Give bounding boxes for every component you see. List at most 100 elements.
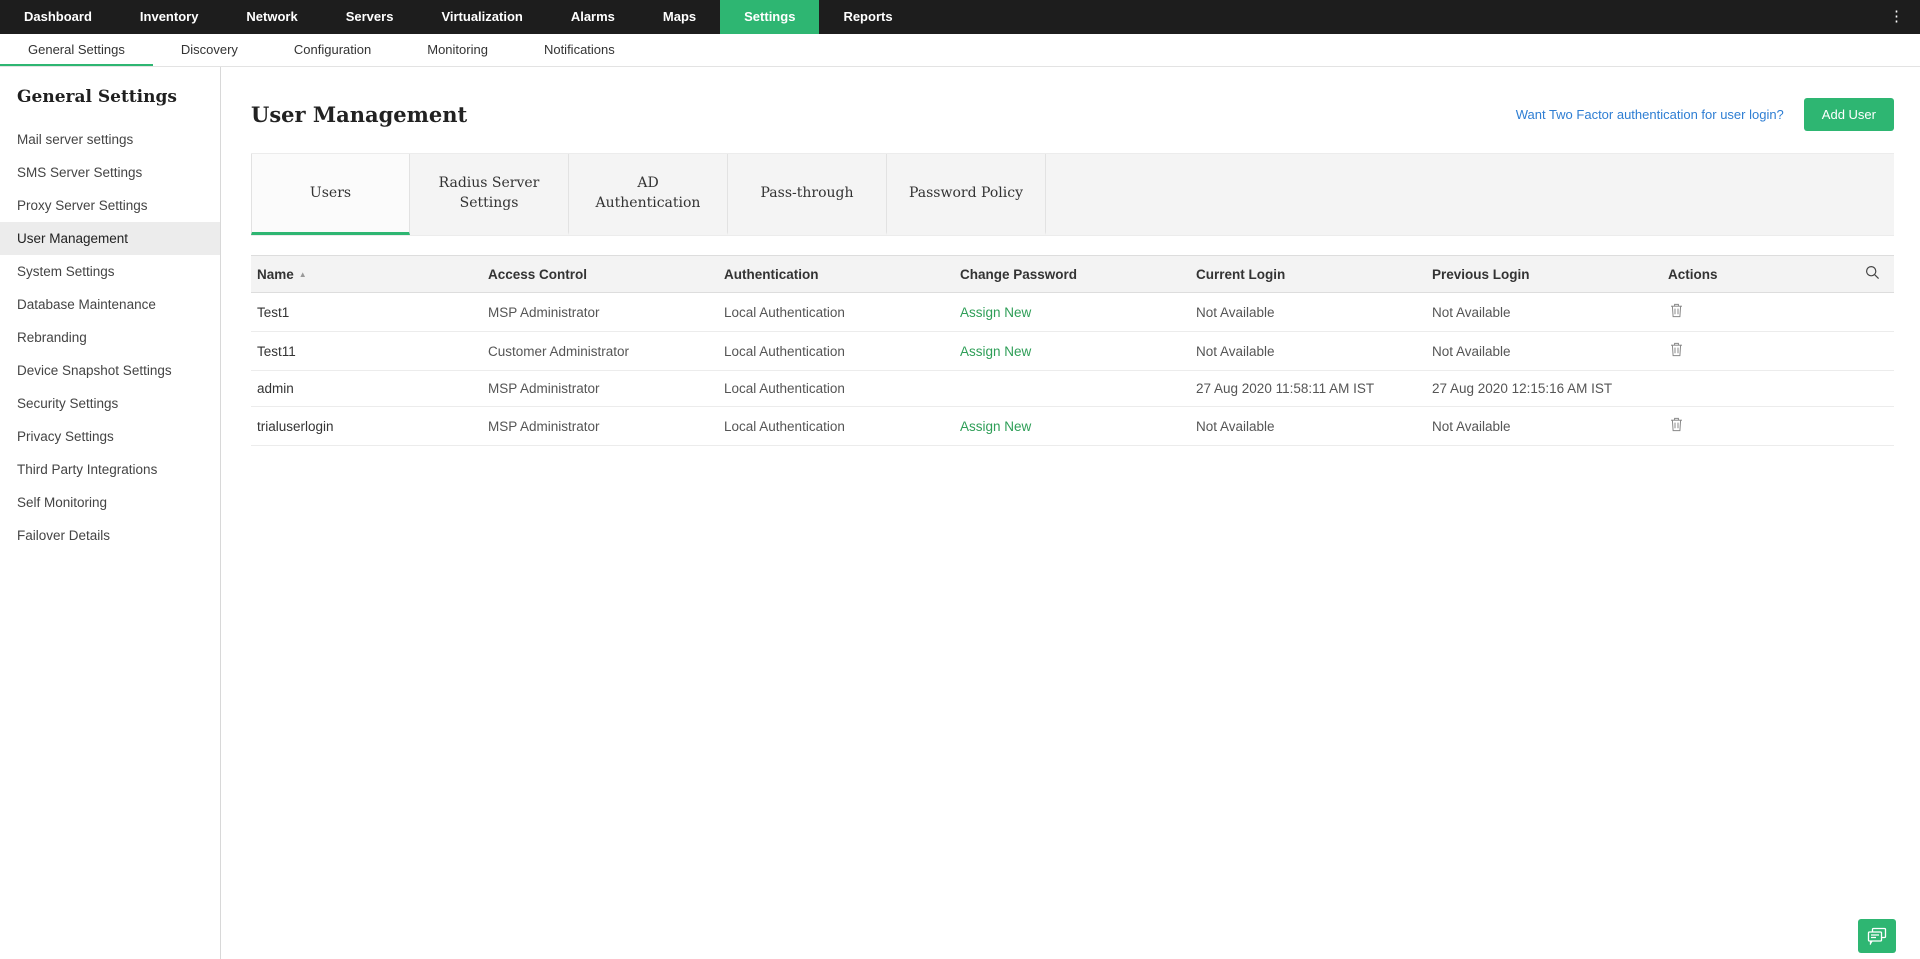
cell-spacer [1846,292,1894,332]
cell-previous-login: Not Available [1432,331,1668,371]
assign-new-link[interactable]: Assign New [960,344,1031,359]
sidebar-item-privacy-settings[interactable]: Privacy Settings [0,420,220,453]
cell-authentication: Local Authentication [724,292,960,332]
cell-name: admin [251,370,488,407]
top-nav-settings[interactable]: Settings [720,0,820,34]
tab-users[interactable]: Users [251,154,410,235]
cell-current-login: 27 Aug 2020 11:58:11 AM IST [1196,370,1432,407]
sidebar-item-proxy-server-settings[interactable]: Proxy Server Settings [0,189,220,222]
table-row: admin MSP Administrator Local Authentica… [251,370,1894,407]
cell-change-password: Assign New [960,292,1196,332]
sidebar-title: General Settings [17,87,177,107]
cell-authentication: Local Authentication [724,331,960,371]
cell-access-control: MSP Administrator [488,370,724,407]
tab-radius-server-settings[interactable]: Radius Server Settings [410,154,569,235]
cell-authentication: Local Authentication [724,406,960,446]
chat-feedback-icon [1867,927,1887,946]
user-management-tabs: Users Radius Server Settings AD Authenti… [251,153,1894,236]
cell-authentication: Local Authentication [724,370,960,407]
top-nav-network[interactable]: Network [222,0,321,34]
trash-icon[interactable] [1670,303,1683,318]
cell-current-login: Not Available [1196,292,1432,332]
cell-actions [1668,406,1846,446]
assign-new-link[interactable]: Assign New [960,305,1031,320]
top-nav-alarms[interactable]: Alarms [547,0,639,34]
sidebar-item-user-management[interactable]: User Management [0,222,220,255]
cell-access-control: Customer Administrator [488,331,724,371]
top-nav-dashboard[interactable]: Dashboard [0,0,116,34]
top-nav-servers[interactable]: Servers [322,0,418,34]
sidebar-item-failover-details[interactable]: Failover Details [0,519,220,552]
sidebar-item-system-settings[interactable]: System Settings [0,255,220,288]
cell-spacer [1846,406,1894,446]
page-header: User Management Want Two Factor authenti… [251,98,1894,131]
sidebar-item-self-monitoring[interactable]: Self Monitoring [0,486,220,519]
general-settings-sidebar: General Settings Mail server settings SM… [0,67,221,959]
cell-actions [1668,292,1846,332]
sub-nav-configuration[interactable]: Configuration [266,34,399,66]
column-header-authentication[interactable]: Authentication [724,255,960,293]
cell-access-control: MSP Administrator [488,292,724,332]
cell-change-password: Assign New [960,406,1196,446]
table-header-row: Name ▲ Access Control Authentication Chan… [251,255,1894,293]
table-search-header [1846,255,1894,293]
sub-nav-monitoring[interactable]: Monitoring [399,34,516,66]
cell-actions [1668,331,1846,371]
search-icon[interactable] [1865,265,1880,280]
sidebar-item-third-party-integrations[interactable]: Third Party Integrations [0,453,220,486]
chat-feedback-button[interactable] [1858,919,1896,953]
sidebar-item-database-maintenance[interactable]: Database Maintenance [0,288,220,321]
tab-pass-through[interactable]: Pass-through [728,154,887,235]
cell-name: Test11 [251,331,488,371]
cell-spacer [1846,370,1894,407]
cell-current-login: Not Available [1196,406,1432,446]
cell-current-login: Not Available [1196,331,1432,371]
top-nav-reports[interactable]: Reports [819,0,916,34]
column-header-change-password[interactable]: Change Password [960,255,1196,293]
trash-icon[interactable] [1670,342,1683,357]
table-row: trialuserlogin MSP Administrator Local A… [251,406,1894,446]
cell-name: Test1 [251,292,488,332]
settings-sub-navigation: General Settings Discovery Configuration… [0,34,1920,67]
sub-nav-general-settings[interactable]: General Settings [0,34,153,66]
column-header-previous-login[interactable]: Previous Login [1432,255,1668,293]
cell-access-control: MSP Administrator [488,406,724,446]
sidebar-item-security-settings[interactable]: Security Settings [0,387,220,420]
cell-previous-login: Not Available [1432,406,1668,446]
sidebar-item-rebranding[interactable]: Rebranding [0,321,220,354]
column-header-name[interactable]: Name ▲ [251,255,488,293]
table-row: Test11 Customer Administrator Local Auth… [251,331,1894,371]
cell-previous-login: 27 Aug 2020 12:15:16 AM IST [1432,370,1668,407]
cell-spacer [1846,331,1894,371]
add-user-button[interactable]: Add User [1803,98,1894,131]
top-navigation: Dashboard Inventory Network Servers Virt… [0,0,1920,34]
sort-ascending-caret-icon: ▲ [298,269,307,279]
column-header-name-label: Name [257,266,294,282]
top-nav-inventory[interactable]: Inventory [116,0,223,34]
sub-nav-discovery[interactable]: Discovery [153,34,266,66]
sidebar-item-device-snapshot-settings[interactable]: Device Snapshot Settings [0,354,220,387]
page-header-actions: Want Two Factor authentication for user … [1516,98,1894,131]
table-row: Test1 MSP Administrator Local Authentica… [251,292,1894,332]
column-header-access-control[interactable]: Access Control [488,255,724,293]
tab-password-policy[interactable]: Password Policy [887,154,1046,235]
top-nav-virtualization[interactable]: Virtualization [417,0,546,34]
sidebar-item-sms-server-settings[interactable]: SMS Server Settings [0,156,220,189]
sub-nav-notifications[interactable]: Notifications [516,34,643,66]
cell-actions [1668,370,1846,407]
user-management-panel: User Management Want Two Factor authenti… [221,67,1920,959]
page-title: User Management [251,102,468,127]
cell-name: trialuserlogin [251,406,488,446]
top-nav-maps[interactable]: Maps [639,0,720,34]
assign-new-link[interactable]: Assign New [960,419,1031,434]
kebab-menu-icon[interactable]: ⋮ [1881,0,1912,34]
column-header-current-login[interactable]: Current Login [1196,255,1432,293]
cell-previous-login: Not Available [1432,292,1668,332]
content-shell: General Settings Mail server settings SM… [0,67,1920,959]
tab-ad-authentication[interactable]: AD Authentication [569,154,728,235]
two-factor-link[interactable]: Want Two Factor authentication for user … [1516,107,1784,122]
trash-icon[interactable] [1670,417,1683,432]
cell-change-password: Assign New [960,331,1196,371]
users-table: Name ▲ Access Control Authentication Chan… [251,255,1894,446]
sidebar-item-mail-server-settings[interactable]: Mail server settings [0,123,220,156]
